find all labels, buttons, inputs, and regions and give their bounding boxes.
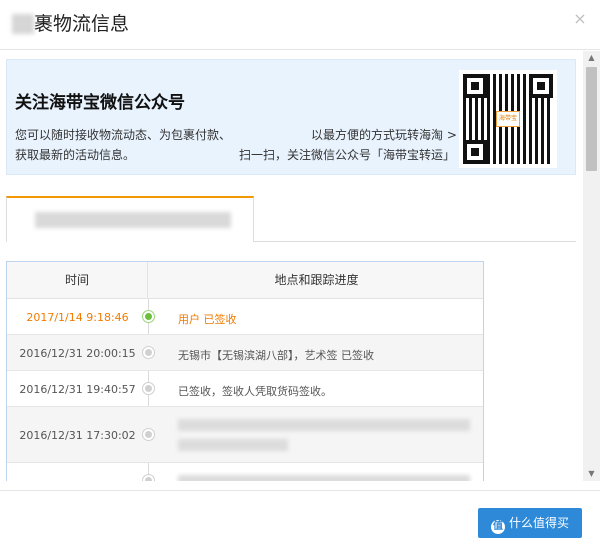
row-desc-blurred — [178, 475, 470, 481]
row-desc-blurred — [178, 419, 470, 431]
row-time: 2016/12/31 20:00:15 — [19, 347, 136, 360]
dialog-title: 裹物流信息 — [34, 13, 130, 35]
promo-line1-left: 您可以随时接收物流动态、为包裹付款、 — [15, 128, 232, 142]
timeline-dot — [143, 475, 154, 481]
watermark-badge: 值什么值得买 — [478, 508, 582, 538]
close-icon[interactable]: × — [572, 10, 588, 28]
qr-finder-top-left — [463, 74, 487, 98]
logistics-dialog: 裹物流信息 × 关注海带宝微信公众号 您可以随时接收物流动态、为包裹付款、 以最… — [0, 0, 600, 541]
title-blurred-prefix — [12, 14, 34, 34]
row-desc: 用户 已签收 — [178, 313, 237, 326]
wechat-promo-banner: 关注海带宝微信公众号 您可以随时接收物流动态、为包裹付款、 以最方便的方式玩转海… — [6, 59, 576, 175]
qr-finder-top-right — [529, 74, 553, 98]
qr-logo: 海带宝 — [496, 111, 520, 127]
table-row: 2016/12/31 19:40:57 已签收，签收人凭取货码签收。 — [7, 371, 483, 407]
promo-line2-right: 扫一扫，关注微信公众号「海带宝转运」 — [239, 148, 456, 162]
row-desc-blurred — [178, 439, 288, 451]
timeline-dot — [143, 347, 154, 358]
scroll-thumb[interactable] — [586, 67, 597, 171]
promo-title: 关注海带宝微信公众号 — [15, 93, 185, 113]
wechat-qr-code: 海带宝 — [459, 70, 557, 168]
table-row: 2017/1/14 9:18:46 用户 已签收 — [7, 299, 483, 335]
column-header-location: 地点和跟踪进度 — [148, 262, 483, 299]
promo-line1-right[interactable]: 以最方便的方式玩转海淘 > — [311, 126, 457, 143]
tab-label-blurred — [35, 212, 231, 228]
table-row: 2016/12/31 20:00:15 无锡市【无锡滨湖八部】，艺术签 已签收 — [7, 335, 483, 371]
row-desc: 无锡市【无锡滨湖八部】，艺术签 已签收 — [178, 349, 374, 362]
row-time: 2016/12/31 17:30:02 — [19, 429, 136, 442]
timeline-dot — [143, 383, 154, 394]
row-time: 2017/1/14 9:18:46 — [26, 311, 129, 324]
dialog-header: 裹物流信息 × — [0, 0, 600, 50]
table-row: 2016/12/31 17:30:02 — [7, 407, 483, 463]
qr-pattern: 海带宝 — [463, 74, 553, 164]
scroll-up-arrow-icon[interactable]: ▲ — [583, 51, 600, 65]
tab-package-active[interactable] — [6, 196, 254, 242]
watermark-text: 什么值得买 — [508, 516, 569, 530]
timeline-dot-current — [143, 311, 154, 322]
column-header-time: 时间 — [7, 262, 148, 299]
package-tabs — [6, 196, 576, 242]
row-desc: 已签收，签收人凭取货码签收。 — [178, 385, 332, 398]
vertical-scrollbar[interactable]: ▲ ▼ — [583, 51, 600, 481]
dialog-body[interactable]: 关注海带宝微信公众号 您可以随时接收物流动态、为包裹付款、 以最方便的方式玩转海… — [0, 51, 600, 481]
qr-finder-bottom-left — [463, 140, 487, 164]
watermark-icon: 值 — [490, 520, 505, 534]
tracking-table: 时间 地点和跟踪进度 2017/1/14 9:18:46 用户 已签收 2016… — [6, 261, 484, 481]
promo-line2-left: 获取最新的活动信息。 — [15, 148, 136, 162]
timeline-dot — [143, 429, 154, 440]
table-row — [7, 463, 483, 481]
row-time: 2016/12/31 19:40:57 — [19, 383, 136, 396]
scroll-down-arrow-icon[interactable]: ▼ — [583, 467, 600, 481]
